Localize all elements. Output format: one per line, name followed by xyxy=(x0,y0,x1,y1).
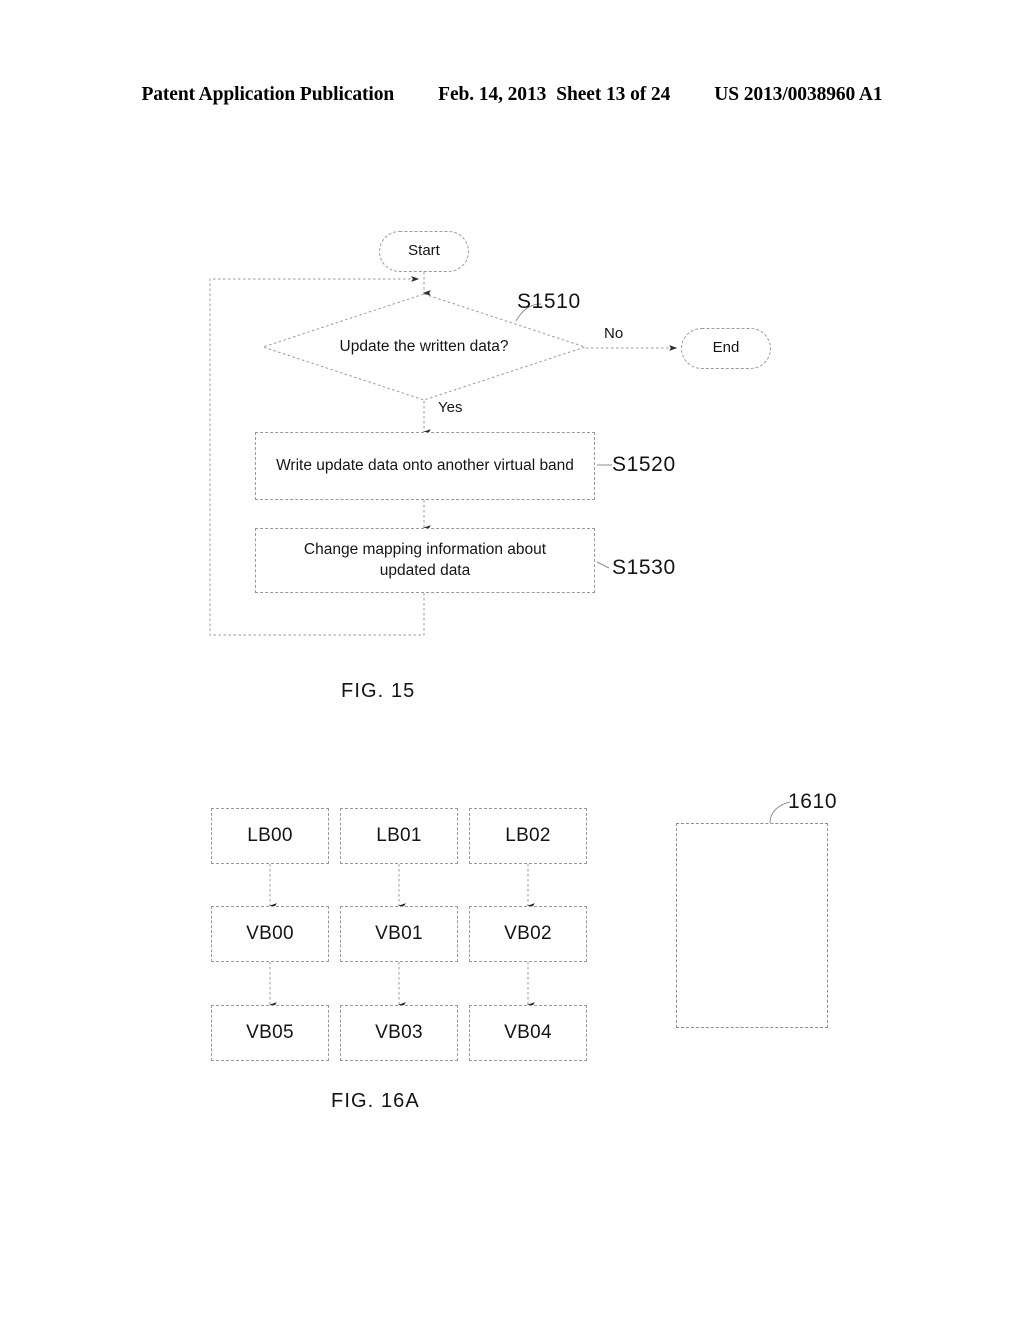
block-lb00-label: LB00 xyxy=(247,825,293,846)
block-lb01: LB01 xyxy=(340,808,458,864)
figure-16a-caption: FIG. 16A xyxy=(331,1090,420,1112)
flowchart-step-change-mapping-info: Change mapping information about updated… xyxy=(255,528,595,593)
flowchart-edge-label-no: No xyxy=(604,325,624,342)
reference-numeral-s1530: S1530 xyxy=(612,556,676,579)
flowchart-end-node: End xyxy=(681,328,771,369)
block-vb04: VB04 xyxy=(469,1005,587,1061)
flowchart-start-label: Start xyxy=(408,242,440,260)
figure-16a: LB00 LB01 LB02 VB00 VB01 VB02 VB05 VB03 … xyxy=(0,760,1024,1160)
reference-numeral-s1510: S1510 xyxy=(517,290,581,313)
flowchart-decision-label: Update the written data? xyxy=(339,338,509,355)
flowchart-step1-label: Write update data onto another virtual b… xyxy=(276,456,574,474)
reference-numeral-1610: 1610 xyxy=(788,790,838,813)
reference-numeral-s1520: S1520 xyxy=(612,453,676,476)
block-vb05-label: VB05 xyxy=(246,1022,294,1043)
block-vb03-label: VB03 xyxy=(375,1022,423,1043)
flowchart-edge-label-yes: Yes xyxy=(438,399,463,416)
block-vb04-label: VB04 xyxy=(504,1022,552,1043)
block-vb01-label: VB01 xyxy=(375,923,423,944)
block-lb02: LB02 xyxy=(469,808,587,864)
flowchart-end-label: End xyxy=(712,339,740,357)
figure-15: Start Update the written data? End Write… xyxy=(0,0,1024,740)
flowchart-start-node: Start xyxy=(379,231,469,272)
block-lb00: LB00 xyxy=(211,808,329,864)
flowchart-step-write-update-data: Write update data onto another virtual b… xyxy=(255,432,595,500)
block-lb01-label: LB01 xyxy=(376,825,422,846)
block-vb02-label: VB02 xyxy=(504,923,552,944)
region-1610 xyxy=(676,823,828,1028)
flowchart-step2-label-line2: updated data xyxy=(379,561,471,579)
block-lb02-label: LB02 xyxy=(505,825,551,846)
block-vb02: VB02 xyxy=(469,906,587,962)
block-vb03: VB03 xyxy=(340,1005,458,1061)
figure-15-caption: FIG. 15 xyxy=(341,680,416,702)
block-vb01: VB01 xyxy=(340,906,458,962)
flowchart-step2-label-line1: Change mapping information about xyxy=(303,540,547,558)
block-vb05: VB05 xyxy=(211,1005,329,1061)
block-vb00-label: VB00 xyxy=(246,923,294,944)
block-vb00: VB00 xyxy=(211,906,329,962)
